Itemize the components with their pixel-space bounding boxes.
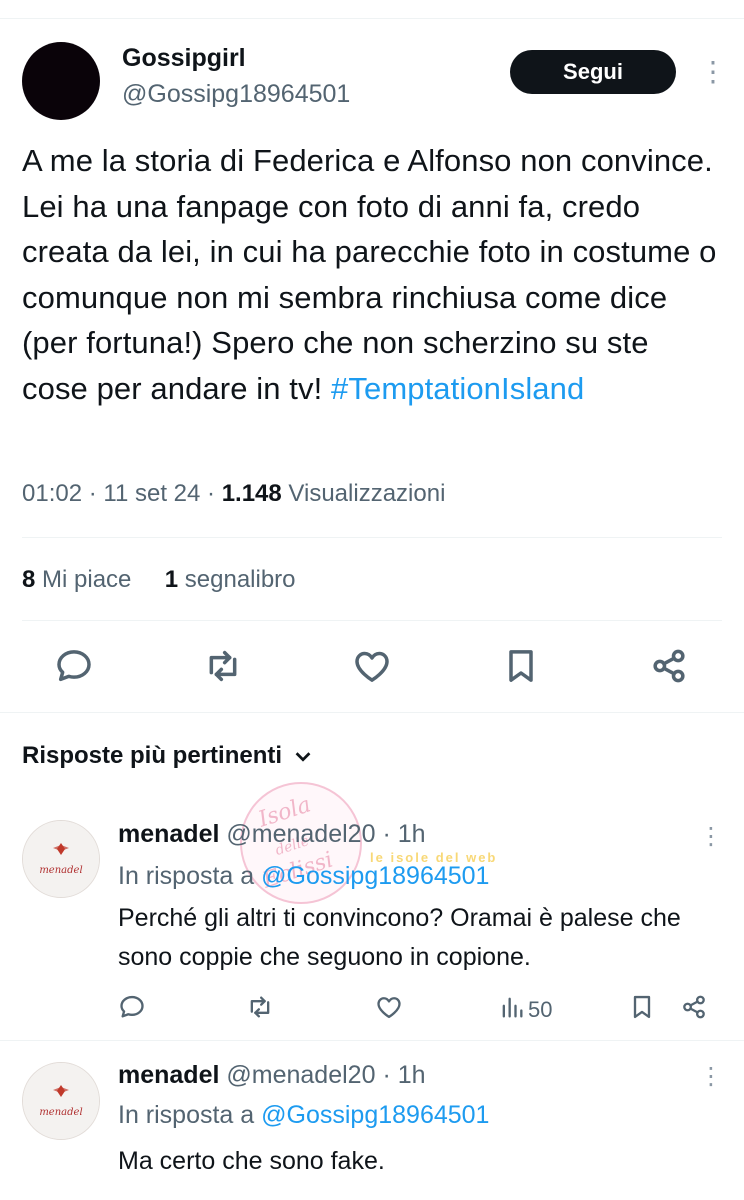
in-reply-prefix: In risposta a [118, 1101, 255, 1129]
divider [0, 712, 744, 713]
reply-time[interactable]: 1h [398, 820, 426, 848]
reply-author-name[interactable]: menadel [118, 820, 219, 848]
reply-author-handle[interactable]: @menadel20 [226, 1061, 375, 1089]
reply-header: menadel @menadel20 · 1h [118, 820, 426, 848]
bookmark-icon[interactable] [628, 993, 656, 1026]
bookmarks-label: segnalibro [184, 566, 296, 593]
reply-text: Perché gli altri ti convincono? Oramai è… [118, 904, 681, 971]
tweet-text: A me la storia di Federica e Alfonso non… [22, 138, 722, 411]
views-count: 1.148 [221, 480, 282, 507]
reply-text: Ma certo che sono fake. [118, 1147, 385, 1175]
avatar-label: menadel [39, 1107, 82, 1118]
tweet-time[interactable]: 01:02 [22, 480, 82, 507]
hashtag-link[interactable]: #TemptationIsland [331, 371, 584, 406]
replies-sort-dropdown[interactable]: Risposte più pertinenti [22, 742, 314, 770]
reply-header: menadel @menadel20 · 1h [118, 1061, 426, 1089]
likes-label: Mi piace [42, 566, 132, 593]
follow-button[interactable]: Segui [510, 50, 676, 94]
bookmark-icon[interactable] [501, 646, 541, 691]
avatar-label: menadel [39, 865, 82, 876]
bookmarks-count: 1 [164, 566, 179, 593]
tweet-meta: 01:02 · 11 set 24 · 1.148 Visualizzazion… [22, 480, 446, 507]
views-button[interactable]: 50 [498, 993, 552, 1026]
like-icon[interactable] [352, 646, 392, 691]
reply-author-handle[interactable]: @menadel20 [226, 820, 375, 848]
share-icon[interactable] [680, 993, 708, 1026]
top-divider [0, 18, 744, 19]
reply-author-name[interactable]: menadel [118, 1061, 219, 1089]
reply-more-icon[interactable]: ⋮ [699, 1065, 723, 1089]
divider [0, 1040, 744, 1041]
bookmarks-stat[interactable]: 1 segnalibro [165, 566, 296, 593]
repost-icon[interactable] [203, 646, 243, 691]
divider [22, 620, 722, 621]
views-count: 50 [528, 996, 553, 1022]
author-handle[interactable]: @Gossipg18964501 [122, 80, 350, 109]
mention-link[interactable]: @Gossipg18964501 [261, 1101, 489, 1129]
replies-sort-label: Risposte più pertinenti [22, 742, 283, 769]
repost-icon[interactable] [246, 993, 274, 1026]
like-icon[interactable] [375, 993, 403, 1026]
reply-avatar[interactable]: menadel [22, 820, 100, 898]
more-options-icon[interactable]: ⋮ [699, 58, 727, 86]
divider [22, 537, 722, 538]
in-reply-prefix: In risposta a [118, 862, 255, 890]
likes-count: 8 [22, 566, 36, 593]
author-avatar[interactable] [22, 42, 100, 120]
reply-more-icon[interactable]: ⋮ [699, 825, 723, 849]
tweet-stats: 8 Mi piace 1 segnalibro [22, 566, 296, 594]
reply-avatar[interactable]: menadel [22, 1062, 100, 1140]
tweet-date[interactable]: 11 set 24 [103, 480, 200, 507]
views-label: Visualizzazioni [288, 480, 446, 507]
chevron-down-icon [295, 752, 311, 762]
share-icon[interactable] [649, 646, 689, 691]
mention-link[interactable]: @Gossipg18964501 [261, 862, 489, 890]
likes-stat[interactable]: 8 Mi piace [22, 566, 131, 593]
in-reply-to: In risposta a @Gossipg18964501 [118, 1101, 489, 1130]
reply-icon[interactable] [54, 646, 94, 691]
tweet-body: A me la storia di Federica e Alfonso non… [22, 143, 717, 406]
author-name[interactable]: Gossipgirl [122, 44, 246, 73]
reply-icon[interactable] [118, 993, 146, 1026]
in-reply-to: In risposta a @Gossipg18964501 [118, 862, 489, 891]
reply-time[interactable]: 1h [398, 1061, 426, 1089]
analytics-icon [498, 993, 526, 1026]
